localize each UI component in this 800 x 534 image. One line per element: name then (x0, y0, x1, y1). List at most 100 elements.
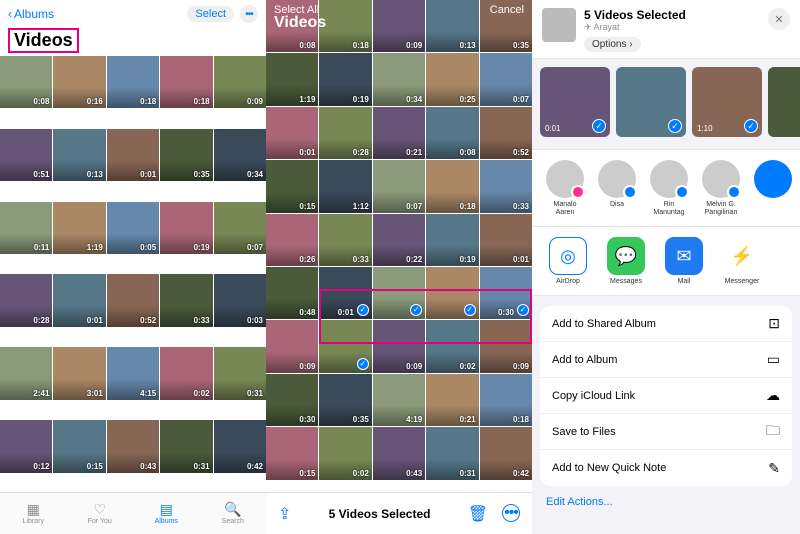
video-thumbnail[interactable]: 0:03 (214, 274, 266, 326)
video-thumbnail[interactable]: 0:19 (426, 214, 478, 266)
video-thumbnail[interactable]: 0:52 (107, 274, 159, 326)
video-thumbnail[interactable]: 0:31 (160, 420, 212, 472)
share-app[interactable]: ✉Mail (662, 237, 706, 285)
video-thumbnail[interactable]: 0:42 (214, 420, 266, 472)
contact-suggestion[interactable]: Disa (598, 160, 636, 216)
video-thumbnail[interactable]: 0:19 (319, 53, 371, 105)
video-thumbnail[interactable]: 0:08 (0, 56, 52, 108)
video-thumbnail[interactable]: 0:33 (160, 274, 212, 326)
video-thumbnail[interactable]: 0:07 (480, 53, 532, 105)
video-thumbnail[interactable]: 3:01 (53, 347, 105, 399)
video-thumbnail[interactable]: 0:05 (107, 202, 159, 254)
video-thumbnail[interactable]: 0:28 (319, 107, 371, 159)
video-thumbnail[interactable]: 1:12 (319, 160, 371, 212)
video-thumbnail[interactable] (373, 267, 425, 319)
edit-actions-button[interactable]: Edit Actions... (532, 486, 800, 518)
video-thumbnail[interactable]: 0:34 (214, 129, 266, 181)
video-thumbnail[interactable]: 0:28 (0, 274, 52, 326)
video-thumbnail[interactable]: 0:15 (266, 160, 318, 212)
share-app[interactable]: ⚡Messenger (720, 237, 764, 285)
video-thumbnail[interactable]: 0:34 (373, 53, 425, 105)
strip-thumbnail[interactable]: 1:10 (692, 67, 762, 137)
cancel-button[interactable]: Cancel (490, 4, 524, 16)
video-thumbnail[interactable]: 0:16 (53, 56, 105, 108)
video-thumbnail[interactable]: 0:51 (0, 129, 52, 181)
video-thumbnail[interactable]: 0:31 (426, 427, 478, 479)
action-item[interactable]: Copy iCloud Link☁ (540, 378, 792, 414)
more-button[interactable]: ••• (502, 504, 520, 522)
share-app[interactable]: ◎AirDrop (546, 237, 590, 285)
action-item[interactable]: Add to Album▭ (540, 342, 792, 378)
video-thumbnail[interactable]: 0:35 (160, 129, 212, 181)
select-button[interactable]: Select (187, 6, 234, 22)
video-grid[interactable]: 0:080:180:090:130:351:190:190:340:250:07… (266, 0, 532, 480)
contact-suggestion[interactable]: Rin Manuntag (650, 160, 688, 216)
share-app[interactable]: 💬Messages (604, 237, 648, 285)
video-thumbnail[interactable] (426, 267, 478, 319)
video-thumbnail[interactable]: 0:48 (266, 267, 318, 319)
video-thumbnail[interactable]: 0:35 (319, 374, 371, 426)
video-thumbnail[interactable]: 0:07 (214, 202, 266, 254)
video-thumbnail[interactable]: 0:02 (426, 320, 478, 372)
video-thumbnail[interactable]: 0:43 (107, 420, 159, 472)
strip-thumbnail[interactable]: 0:01 (540, 67, 610, 137)
video-thumbnail[interactable]: 0:02 (319, 427, 371, 479)
video-thumbnail[interactable]: 0:11 (0, 202, 52, 254)
video-thumbnail[interactable]: 0:01 (319, 267, 371, 319)
video-thumbnail[interactable]: 0:33 (480, 160, 532, 212)
video-thumbnail[interactable]: 0:09 (266, 320, 318, 372)
tab-for-you[interactable]: ♡For You (67, 493, 134, 534)
video-thumbnail[interactable]: 0:01 (53, 274, 105, 326)
video-thumbnail[interactable]: 1:19 (53, 202, 105, 254)
video-thumbnail[interactable]: 4:19 (373, 374, 425, 426)
video-thumbnail[interactable]: 0:30 (266, 374, 318, 426)
tab-search[interactable]: 🔍Search (200, 493, 267, 534)
video-thumbnail[interactable]: 0:01 (266, 107, 318, 159)
contact-suggestion[interactable]: Manalo Aaren (546, 160, 584, 216)
strip-thumbnail[interactable] (616, 67, 686, 137)
back-button[interactable]: ‹ Albums (8, 7, 54, 21)
video-thumbnail[interactable]: 0:18 (107, 56, 159, 108)
video-thumbnail[interactable]: 0:33 (319, 214, 371, 266)
video-thumbnail[interactable]: 4:15 (107, 347, 159, 399)
video-thumbnail[interactable]: 0:07 (373, 160, 425, 212)
contact-suggestion[interactable] (754, 160, 792, 216)
tab-albums[interactable]: ▤Albums (133, 493, 200, 534)
video-thumbnail[interactable]: 2:41 (0, 347, 52, 399)
action-item[interactable]: Add to New Quick Note✎ (540, 450, 792, 486)
video-thumbnail[interactable]: 0:30 (480, 267, 532, 319)
share-button[interactable]: ⇪ (278, 504, 291, 524)
video-thumbnail[interactable]: 0:01 (480, 214, 532, 266)
video-thumbnail[interactable]: 0:18 (426, 160, 478, 212)
video-thumbnail[interactable]: 0:15 (53, 420, 105, 472)
video-thumbnail[interactable]: 0:09 (373, 320, 425, 372)
video-thumbnail[interactable]: 0:13 (53, 129, 105, 181)
video-thumbnail[interactable]: 0:01 (107, 129, 159, 181)
delete-button[interactable]: 🗑 (468, 504, 488, 524)
video-thumbnail[interactable]: 0:52 (480, 107, 532, 159)
selection-strip[interactable]: 0:01 1:10 (532, 59, 800, 149)
video-thumbnail[interactable]: 0:25 (426, 53, 478, 105)
action-item[interactable]: Add to Shared Album⊡ (540, 306, 792, 342)
video-thumbnail[interactable] (319, 320, 371, 372)
more-button[interactable]: ••• (240, 5, 258, 23)
video-thumbnail[interactable]: 0:26 (266, 214, 318, 266)
video-thumbnail[interactable]: 1:19 (266, 53, 318, 105)
video-thumbnail[interactable]: 0:19 (160, 202, 212, 254)
action-item[interactable]: Save to Files🗀 (540, 414, 792, 450)
video-thumbnail[interactable]: 0:22 (373, 214, 425, 266)
options-button[interactable]: Options › (584, 37, 641, 52)
video-thumbnail[interactable]: 0:43 (373, 427, 425, 479)
contact-suggestion[interactable]: Melvin G. Pangilinan (702, 160, 740, 216)
video-thumbnail[interactable]: 0:12 (0, 420, 52, 472)
video-thumbnail[interactable]: 0:15 (266, 427, 318, 479)
video-thumbnail[interactable]: 0:02 (160, 347, 212, 399)
video-thumbnail[interactable]: 0:42 (480, 427, 532, 479)
strip-thumbnail[interactable] (768, 67, 800, 137)
video-thumbnail[interactable]: 0:09 (480, 320, 532, 372)
video-thumbnail[interactable]: 0:09 (214, 56, 266, 108)
preview-thumbnail[interactable] (542, 8, 576, 42)
tab-library[interactable]: ▦Library (0, 493, 67, 534)
video-thumbnail[interactable]: 0:08 (426, 107, 478, 159)
video-thumbnail[interactable]: 0:21 (426, 374, 478, 426)
